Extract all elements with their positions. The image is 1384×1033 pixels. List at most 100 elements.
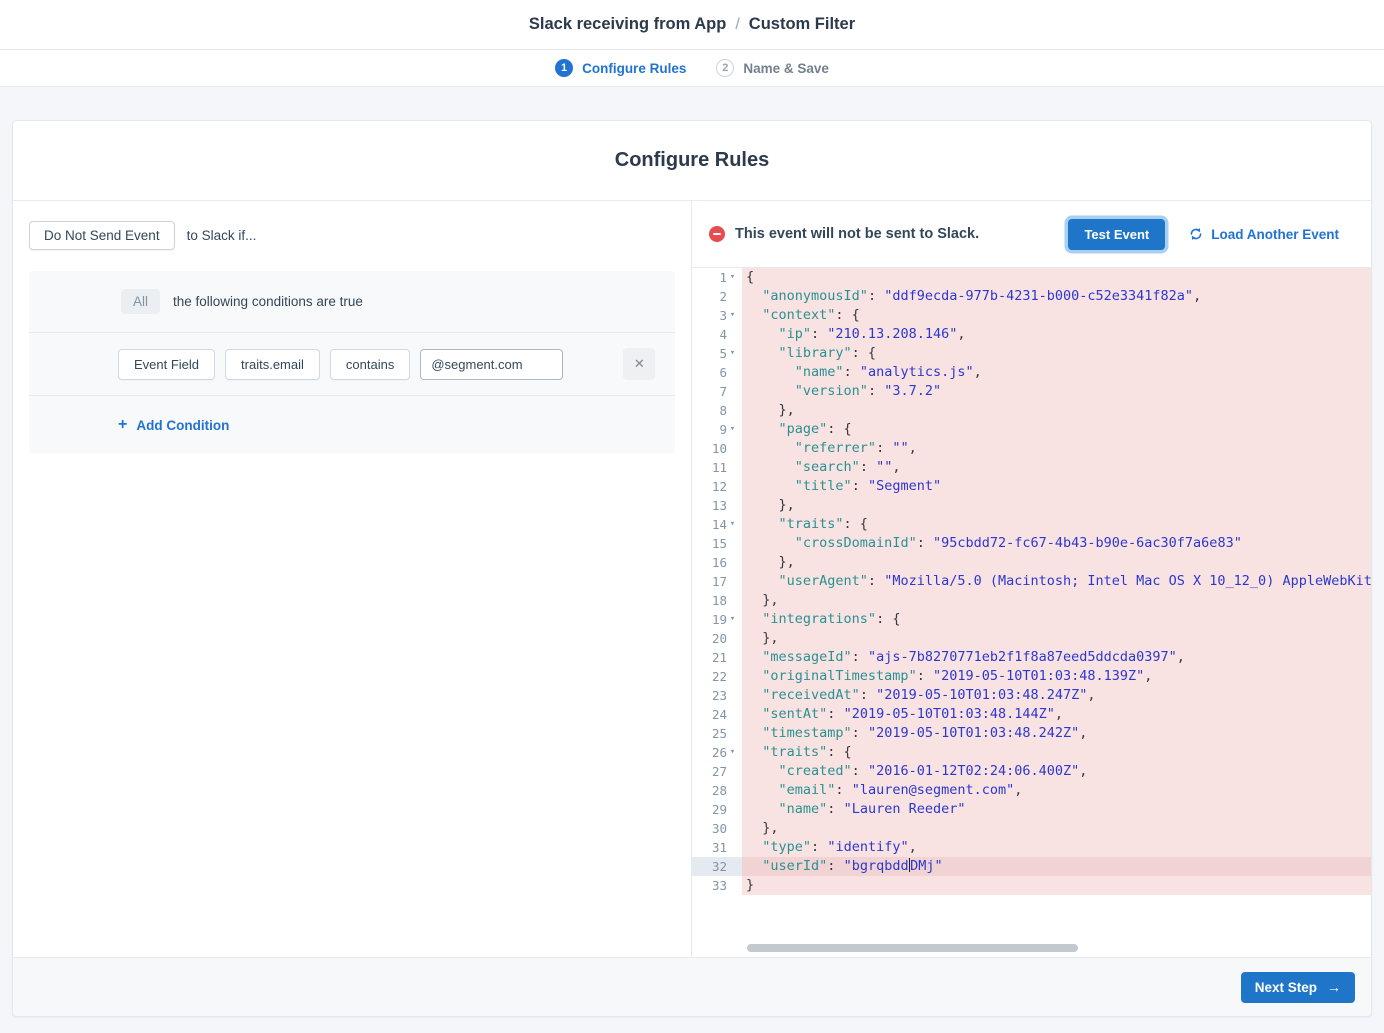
code-text: "context": { — [742, 306, 1371, 325]
fold-toggle-icon[interactable]: ▾ — [727, 420, 738, 439]
code-line[interactable]: 2 "anonymousId": "ddf9ecda-977b-4231-b00… — [692, 287, 1371, 306]
code-line[interactable]: 3▾ "context": { — [692, 306, 1371, 325]
fold-toggle-icon[interactable]: ▾ — [727, 344, 738, 363]
code-line[interactable]: 21 "messageId": "ajs-7b8270771eb2f1f8a87… — [692, 648, 1371, 667]
code-text: }, — [742, 629, 1371, 648]
code-line[interactable]: 30 }, — [692, 819, 1371, 838]
rules-panel: Do Not Send Event to Slack if... All the… — [13, 201, 692, 957]
remove-condition-button[interactable]: ✕ — [623, 348, 655, 380]
code-line[interactable]: 27 "created": "2016-01-12T02:24:06.400Z"… — [692, 762, 1371, 781]
match-mode-row: All the following conditions are true — [29, 271, 675, 333]
fold-toggle-icon[interactable]: ▾ — [727, 515, 738, 534]
line-number: 21 — [712, 648, 727, 667]
fold-toggle-icon[interactable]: ▾ — [727, 268, 738, 287]
line-number: 11 — [712, 458, 727, 477]
line-number: 25 — [712, 724, 727, 743]
code-line[interactable]: 28 "email": "lauren@segment.com", — [692, 781, 1371, 800]
condition-field-button[interactable]: traits.email — [225, 349, 320, 380]
step-name-and-save[interactable]: 2 Name & Save — [716, 59, 829, 77]
code-line[interactable]: 24 "sentAt": "2019-05-10T01:03:48.144Z", — [692, 705, 1371, 724]
preview-result-header: This event will not be sent to Slack. Te… — [692, 201, 1371, 268]
add-condition-label: Add Condition — [136, 418, 229, 433]
code-text: "timestamp": "2019-05-10T01:03:48.242Z", — [742, 724, 1371, 743]
page-title: Configure Rules — [615, 149, 769, 172]
destination-text: to Slack if... — [187, 228, 257, 243]
code-line[interactable]: 23 "receivedAt": "2019-05-10T01:03:48.24… — [692, 686, 1371, 705]
code-text: }, — [742, 496, 1371, 515]
code-line[interactable]: 17 "userAgent": "Mozilla/5.0 (Macintosh;… — [692, 572, 1371, 591]
code-line[interactable]: 4 "ip": "210.13.208.146", — [692, 325, 1371, 344]
code-text: "receivedAt": "2019-05-10T01:03:48.247Z"… — [742, 686, 1371, 705]
code-text: "referrer": "", — [742, 439, 1371, 458]
line-gutter: 2 — [692, 287, 742, 306]
line-number: 7 — [719, 382, 727, 401]
code-line[interactable]: 22 "originalTimestamp": "2019-05-10T01:0… — [692, 667, 1371, 686]
code-text: "ip": "210.13.208.146", — [742, 325, 1371, 344]
code-line[interactable]: 25 "timestamp": "2019-05-10T01:03:48.242… — [692, 724, 1371, 743]
fold-toggle-icon[interactable]: ▾ — [727, 306, 738, 325]
code-line[interactable]: 6 "name": "analytics.js", — [692, 363, 1371, 382]
code-line[interactable]: 11 "search": "", — [692, 458, 1371, 477]
code-text: "version": "3.7.2" — [742, 382, 1371, 401]
code-line[interactable]: 20 }, — [692, 629, 1371, 648]
line-number: 32 — [712, 857, 727, 876]
line-number: 14 — [712, 515, 727, 534]
line-number: 28 — [712, 781, 727, 800]
top-bar: Slack receiving from App / Custom Filter — [0, 0, 1384, 50]
code-line[interactable]: 26▾ "traits": { — [692, 743, 1371, 762]
match-mode-chip[interactable]: All — [121, 289, 160, 314]
code-lines: 1▾{2 "anonymousId": "ddf9ecda-977b-4231-… — [692, 268, 1371, 895]
line-gutter: 15 — [692, 534, 742, 553]
line-gutter: 8 — [692, 401, 742, 420]
condition-type-button[interactable]: Event Field — [118, 349, 215, 380]
code-text: "type": "identify", — [742, 838, 1371, 857]
line-gutter: 4 — [692, 325, 742, 344]
code-line[interactable]: 16 }, — [692, 553, 1371, 572]
step-configure-rules[interactable]: 1 Configure Rules — [555, 59, 686, 77]
breadcrumb-parent[interactable]: Slack receiving from App — [529, 15, 726, 34]
condition-operator-button[interactable]: contains — [330, 349, 410, 380]
code-line[interactable]: 5▾ "library": { — [692, 344, 1371, 363]
add-condition-button[interactable]: + Add Condition — [29, 396, 675, 454]
code-line[interactable]: 15 "crossDomainId": "95cbdd72-fc67-4b43-… — [692, 534, 1371, 553]
line-gutter: 14▾ — [692, 515, 742, 534]
code-text: }, — [742, 401, 1371, 420]
code-text: "userId": "bgrqbddDMj" — [742, 857, 1371, 876]
test-event-button[interactable]: Test Event — [1068, 219, 1165, 250]
step-2-badge: 2 — [716, 59, 734, 77]
code-text: "search": "", — [742, 458, 1371, 477]
json-code-editor[interactable]: 1▾{2 "anonymousId": "ddf9ecda-977b-4231-… — [692, 268, 1371, 957]
code-line[interactable]: 14▾ "traits": { — [692, 515, 1371, 534]
code-line[interactable]: 9▾ "page": { — [692, 420, 1371, 439]
line-gutter: 21 — [692, 648, 742, 667]
line-gutter: 31 — [692, 838, 742, 857]
code-line[interactable]: 33} — [692, 876, 1371, 895]
code-line[interactable]: 8 }, — [692, 401, 1371, 420]
step-bar: 1 Configure Rules 2 Name & Save — [0, 50, 1384, 87]
conditions-group: All the following conditions are true Ev… — [29, 271, 675, 454]
code-line[interactable]: 10 "referrer": "", — [692, 439, 1371, 458]
code-line[interactable]: 7 "version": "3.7.2" — [692, 382, 1371, 401]
line-gutter: 7 — [692, 382, 742, 401]
code-line[interactable]: 31 "type": "identify", — [692, 838, 1371, 857]
line-number: 26 — [712, 743, 727, 762]
fold-toggle-icon[interactable]: ▾ — [727, 610, 738, 629]
horizontal-scrollbar[interactable] — [747, 944, 1078, 952]
action-selector-button[interactable]: Do Not Send Event — [29, 221, 175, 250]
line-gutter: 28 — [692, 781, 742, 800]
condition-value-input[interactable] — [420, 349, 563, 380]
next-step-label: Next Step — [1255, 980, 1317, 995]
load-another-event-link[interactable]: Load Another Event — [1189, 227, 1339, 242]
code-text: }, — [742, 553, 1371, 572]
code-line[interactable]: 19▾ "integrations": { — [692, 610, 1371, 629]
code-line[interactable]: 1▾{ — [692, 268, 1371, 287]
code-line[interactable]: 32 "userId": "bgrqbddDMj" — [692, 857, 1371, 876]
code-line[interactable]: 18 }, — [692, 591, 1371, 610]
fold-toggle-icon[interactable]: ▾ — [727, 743, 738, 762]
next-step-button[interactable]: Next Step → — [1241, 972, 1355, 1003]
line-number: 13 — [712, 496, 727, 515]
code-line[interactable]: 13 }, — [692, 496, 1371, 515]
code-line[interactable]: 12 "title": "Segment" — [692, 477, 1371, 496]
line-gutter: 13 — [692, 496, 742, 515]
code-line[interactable]: 29 "name": "Lauren Reeder" — [692, 800, 1371, 819]
